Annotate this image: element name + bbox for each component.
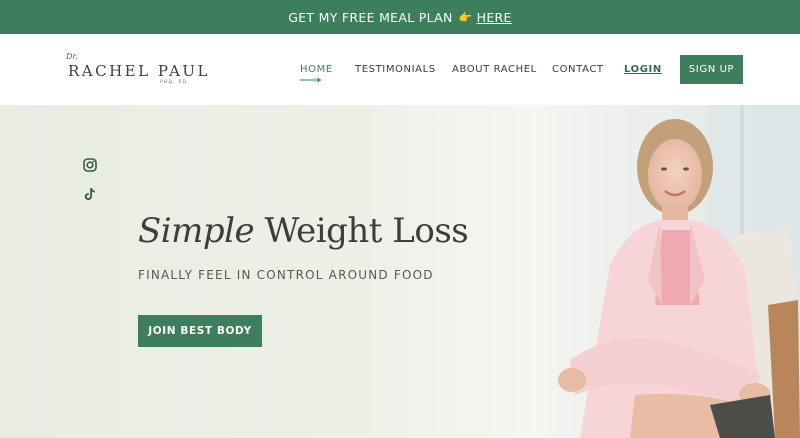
sign-up-button[interactable]: SIGN UP [680, 55, 743, 84]
nav-home[interactable]: HOME [300, 64, 333, 75]
hero-subheadline: FINALLY FEEL IN CONTROL AROUND FOOD [138, 268, 434, 282]
logo-name: RACHEL PAUL [68, 62, 211, 80]
join-best-body-button[interactable]: JOIN BEST BODY [138, 315, 262, 347]
banner-text: GET MY FREE MEAL PLAN [288, 9, 453, 25]
logo-prefix: Dr. [66, 52, 78, 61]
site-header: Dr. RACHEL PAUL PHD, RD HOME TESTIMONIAL… [0, 34, 800, 105]
home-underline-arrow-icon [300, 78, 322, 82]
logo[interactable]: Dr. RACHEL PAUL PHD, RD [66, 52, 208, 92]
nav-about-rachel[interactable]: ABOUT RACHEL [452, 64, 537, 75]
top-banner: GET MY FREE MEAL PLAN 👉 HERE [0, 0, 800, 34]
nav-testimonials[interactable]: TESTIMONIALS [355, 64, 436, 75]
hero-section: Simple Weight Loss FINALLY FEEL IN CONTR… [0, 105, 800, 438]
hero-headline: Simple Weight Loss [138, 211, 469, 251]
banner-link[interactable]: HERE [477, 10, 512, 25]
pointing-hand-icon: 👉 [458, 10, 473, 24]
logo-credentials: PHD, RD [160, 80, 188, 85]
tiktok-icon[interactable] [83, 187, 97, 201]
headline-italic: Simple [138, 211, 255, 251]
headline-rest: Weight Loss [254, 211, 469, 251]
hero-portrait-image [540, 105, 800, 438]
nav-contact[interactable]: CONTACT [552, 64, 604, 75]
nav-login[interactable]: LOGIN [624, 64, 662, 75]
instagram-icon[interactable] [83, 158, 97, 172]
